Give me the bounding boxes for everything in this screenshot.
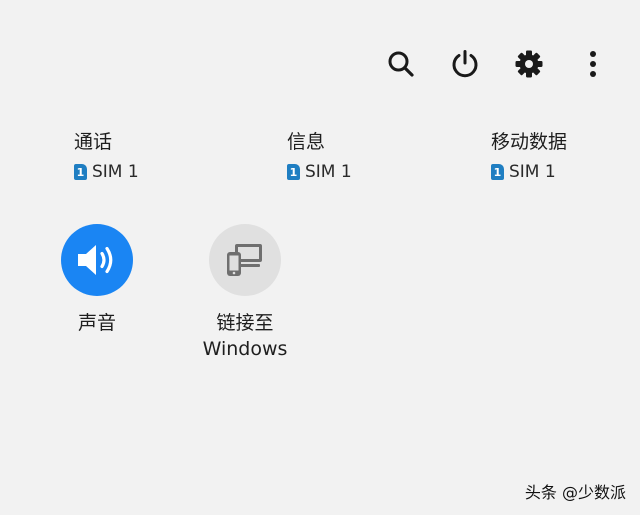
more-vertical-icon[interactable] [573,44,613,84]
messages-sim-selector: 1 SIM 1 [287,162,352,182]
link-to-windows-label-line2: Windows [202,338,288,360]
sound-tile-label: 声音 [77,312,116,334]
calls-title: 通话 [74,131,113,153]
calls-sim-label: SIM 1 [92,162,139,182]
power-icon[interactable] [445,44,485,84]
calls-shortcut[interactable]: 通话 1 SIM 1 [74,130,139,182]
mobile-data-sim-selector: 1 SIM 1 [491,162,567,182]
calls-sim-selector: 1 SIM 1 [74,162,139,182]
sim-card-icon: 1 [74,164,87,180]
link-to-windows-label: 链接至 Windows [175,310,315,362]
mobile-data-shortcut[interactable]: 移动数据 1 SIM 1 [491,130,567,182]
link-to-windows-tile[interactable]: 链接至 Windows [175,224,315,362]
search-icon[interactable] [381,44,421,84]
link-to-windows-icon [227,244,262,276]
mobile-data-title: 移动数据 [491,131,568,153]
messages-sim-label: SIM 1 [305,162,352,182]
mobile-data-sim-label: SIM 1 [509,162,556,182]
messages-shortcut[interactable]: 信息 1 SIM 1 [287,130,352,182]
messages-title: 信息 [287,131,326,153]
link-to-windows-toggle-button[interactable] [209,224,281,296]
top-toolbar [0,0,640,130]
sound-tile[interactable]: 声音 [27,224,167,336]
sim-card-icon: 1 [491,164,504,180]
watermark: 头条 @少数派 [524,483,626,502]
sim-card-icon: 1 [287,164,300,180]
sound-toggle-button[interactable] [61,224,133,296]
volume-icon [78,245,113,275]
gear-icon[interactable] [509,44,549,84]
link-to-windows-label-line1: 链接至 [216,312,274,334]
